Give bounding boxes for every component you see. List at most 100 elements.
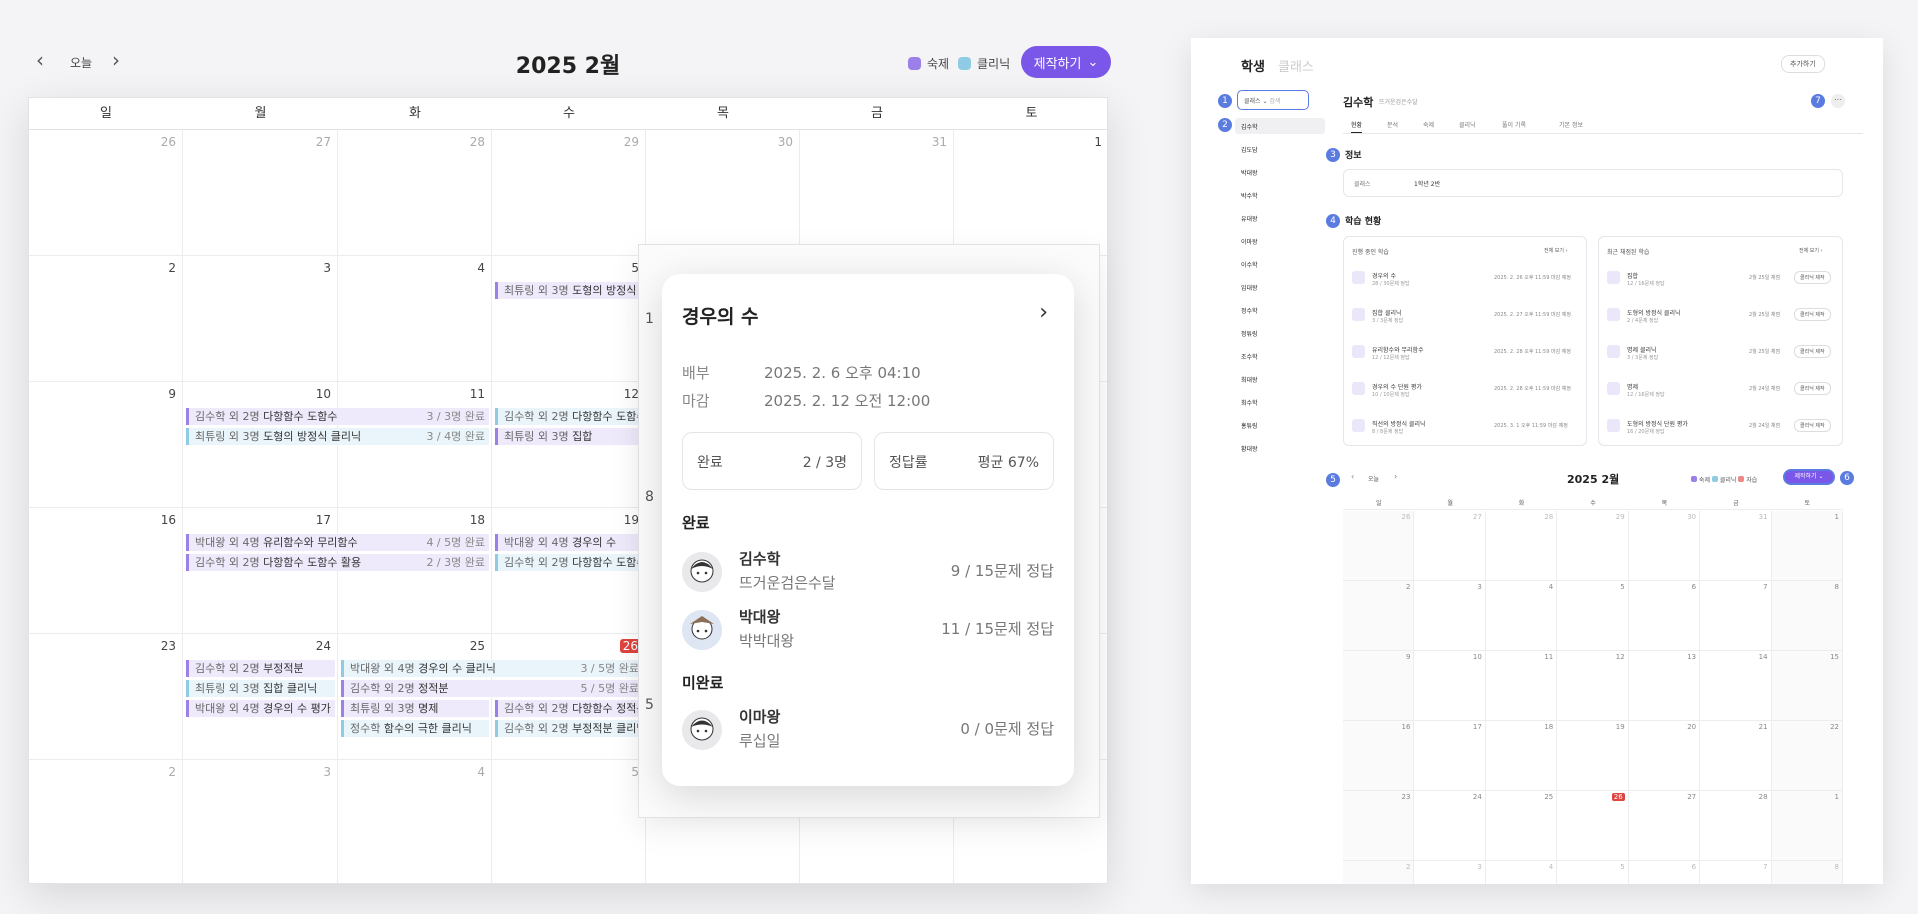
calendar-event[interactable]: 박대왕 외 4명 경우의 수 클리닉 3 / 5명 완료 <box>341 660 643 677</box>
student-row[interactable]: 박대왕 박박대왕 11 / 15문제 정답 <box>682 604 1054 654</box>
mini-day-cell[interactable]: 3 <box>1414 861 1486 884</box>
mini-day-cell[interactable]: 26 <box>1557 791 1629 861</box>
calendar-event[interactable]: 김수학 외 2명 다항함수 도함수 <box>495 408 643 425</box>
make-clinic-button[interactable]: 클리닉 제작 <box>1794 345 1831 358</box>
calendar-event[interactable]: 최튜링 외 3명 도형의 방정식 평 <box>495 282 643 299</box>
calendar-event[interactable]: 박대왕 외 4명 유리함수와 무리함수 4 / 5명 완료 <box>186 534 489 551</box>
mini-day-cell[interactable]: 22 <box>1771 721 1843 791</box>
day-cell[interactable]: 19 <box>492 508 646 634</box>
mini-day-cell[interactable]: 19 <box>1557 721 1629 791</box>
make-clinic-button[interactable]: 클리닉 제작 <box>1794 271 1831 284</box>
mini-day-cell[interactable]: 23 <box>1343 791 1415 861</box>
calendar-event[interactable]: 최튜링 외 3명 집합 클리닉 <box>186 680 335 697</box>
mini-day-cell[interactable]: 8 <box>1771 861 1843 884</box>
day-cell[interactable]: 1 <box>954 130 1107 256</box>
detail-tab[interactable]: 숙제 <box>1423 120 1434 129</box>
calendar-event[interactable]: 김수학 외 2명 부정적분 클리닉 <box>495 720 643 737</box>
mini-day-cell[interactable]: 27 <box>1414 511 1486 581</box>
mini-day-cell[interactable]: 7 <box>1700 861 1772 884</box>
mini-day-cell[interactable]: 25 <box>1485 791 1558 861</box>
day-cell[interactable]: 23 <box>29 634 183 760</box>
mini-today-button[interactable]: 오늘 <box>1368 474 1379 483</box>
day-cell[interactable]: 24 <box>183 634 338 760</box>
add-button[interactable]: 추가하기 <box>1781 55 1825 73</box>
day-cell[interactable]: 3 <box>183 760 338 883</box>
day-cell[interactable]: 16 <box>29 508 183 634</box>
learning-title[interactable]: 집합 <box>1627 271 1638 280</box>
day-cell[interactable]: 27 <box>183 130 338 256</box>
mini-day-cell[interactable]: 27 <box>1628 791 1701 861</box>
mini-day-cell[interactable]: 6 <box>1628 581 1701 651</box>
mini-day-cell[interactable]: 9 <box>1343 651 1415 721</box>
mini-day-cell[interactable]: 12 <box>1557 651 1629 721</box>
learning-title[interactable]: 도형의 방정식 클리닉 <box>1627 308 1681 317</box>
mini-day-cell[interactable]: 24 <box>1414 791 1486 861</box>
learning-title[interactable]: 집합 클리닉 <box>1372 308 1402 317</box>
learning-title[interactable]: 유리함수와 무리함수 <box>1372 345 1424 354</box>
student-list-item[interactable]: 정튜링 <box>1235 325 1325 341</box>
chevron-right-icon[interactable]: › <box>1039 300 1048 325</box>
mini-day-cell[interactable]: 3 <box>1414 581 1486 651</box>
calendar-event[interactable]: 정수학 함수의 극한 클리닉 <box>341 720 489 737</box>
mini-day-cell[interactable]: 2 <box>1343 581 1415 651</box>
mini-day-cell[interactable]: 7 <box>1700 581 1772 651</box>
day-cell[interactable]: 2 <box>29 256 183 382</box>
day-cell[interactable]: 4 <box>338 256 492 382</box>
mini-day-cell[interactable]: 11 <box>1485 651 1558 721</box>
day-cell[interactable]: 26 <box>29 130 183 256</box>
student-row[interactable]: 이마왕 루십일 0 / 0문제 정답 <box>682 704 1054 754</box>
student-list-item[interactable]: 황대왕 <box>1235 440 1325 456</box>
day-cell[interactable]: 10 <box>183 382 338 508</box>
day-cell[interactable]: 28 <box>338 130 492 256</box>
student-list-item[interactable]: 최대왕 <box>1235 371 1325 387</box>
calendar-event[interactable]: 김수학 외 2명 부정적분 <box>186 660 335 677</box>
mini-day-cell[interactable]: 20 <box>1628 721 1701 791</box>
day-cell[interactable]: 5 <box>492 256 646 382</box>
mini-day-cell[interactable]: 5 <box>1557 861 1629 884</box>
mini-day-cell[interactable]: 31 <box>1700 511 1772 581</box>
more-icon[interactable]: ⋯ <box>1831 94 1845 108</box>
make-clinic-button[interactable]: 클리닉 제작 <box>1794 419 1831 432</box>
day-cell[interactable]: 2 <box>29 760 183 883</box>
learning-title[interactable]: 도형의 방정식 단원 평가 <box>1627 419 1688 428</box>
student-list-item[interactable]: 박대왕 <box>1235 164 1325 180</box>
mini-day-cell[interactable]: 17 <box>1414 721 1486 791</box>
make-clinic-button[interactable]: 클리닉 제작 <box>1794 382 1831 395</box>
student-list-item[interactable]: 김수학 <box>1235 118 1325 134</box>
day-cell[interactable]: 29 <box>492 130 646 256</box>
calendar-event[interactable]: 최튜링 외 3명 도형의 방정식 클리닉 3 / 4명 완료 <box>186 428 489 445</box>
student-list-item[interactable]: 홍튜링 <box>1235 417 1325 433</box>
learning-title[interactable]: 경우의 수 단원 평가 <box>1372 382 1422 391</box>
tab-class[interactable]: 클래스 <box>1278 56 1314 75</box>
detail-tab[interactable]: 클리닉 <box>1459 120 1476 129</box>
student-row[interactable]: 김수학 뜨거운검은수달 9 / 15문제 정답 <box>682 546 1054 596</box>
learning-title[interactable]: 직선의 방정식 클리닉 <box>1372 419 1426 428</box>
student-list-item[interactable]: 이마왕 <box>1235 233 1325 249</box>
calendar-event[interactable]: 김수학 외 2명 다항함수 정적분 <box>495 700 643 717</box>
detail-tab[interactable]: 현황 <box>1351 120 1363 133</box>
calendar-event[interactable]: 김수학 외 2명 정적분 5 / 5명 완료 <box>341 680 643 697</box>
mini-next-icon[interactable]: › <box>1394 472 1397 481</box>
student-list-item[interactable]: 조수학 <box>1235 348 1325 364</box>
day-cell[interactable]: 17 <box>183 508 338 634</box>
mini-day-cell[interactable]: 4 <box>1486 861 1558 884</box>
make-clinic-button[interactable]: 클리닉 제작 <box>1794 308 1831 321</box>
mini-day-cell[interactable]: 14 <box>1700 651 1772 721</box>
learning-title[interactable]: 경우의 수 <box>1372 271 1396 280</box>
mini-day-cell[interactable]: 18 <box>1485 721 1558 791</box>
mini-day-cell[interactable]: 29 <box>1557 511 1629 581</box>
day-cell[interactable]: 4 <box>338 760 492 883</box>
mini-day-cell[interactable]: 28 <box>1700 791 1772 861</box>
mini-day-cell[interactable]: 28 <box>1485 511 1558 581</box>
student-list-item[interactable]: 박수학 <box>1235 187 1325 203</box>
student-list-item[interactable]: 유대왕 <box>1235 210 1325 226</box>
detail-tab[interactable]: 분석 <box>1387 120 1398 129</box>
make-button[interactable]: 제작하기 ⌄ <box>1021 46 1111 78</box>
student-list-item[interactable]: 이수학 <box>1235 256 1325 272</box>
mini-day-cell[interactable]: 16 <box>1343 721 1415 791</box>
mini-day-cell[interactable]: 30 <box>1628 511 1701 581</box>
day-cell[interactable]: 31 <box>800 130 954 256</box>
student-list-item[interactable]: 임대왕 <box>1235 279 1325 295</box>
student-list-item[interactable]: 정수학 <box>1235 302 1325 318</box>
view-all-link[interactable]: 전체 보기 › <box>1799 247 1823 254</box>
